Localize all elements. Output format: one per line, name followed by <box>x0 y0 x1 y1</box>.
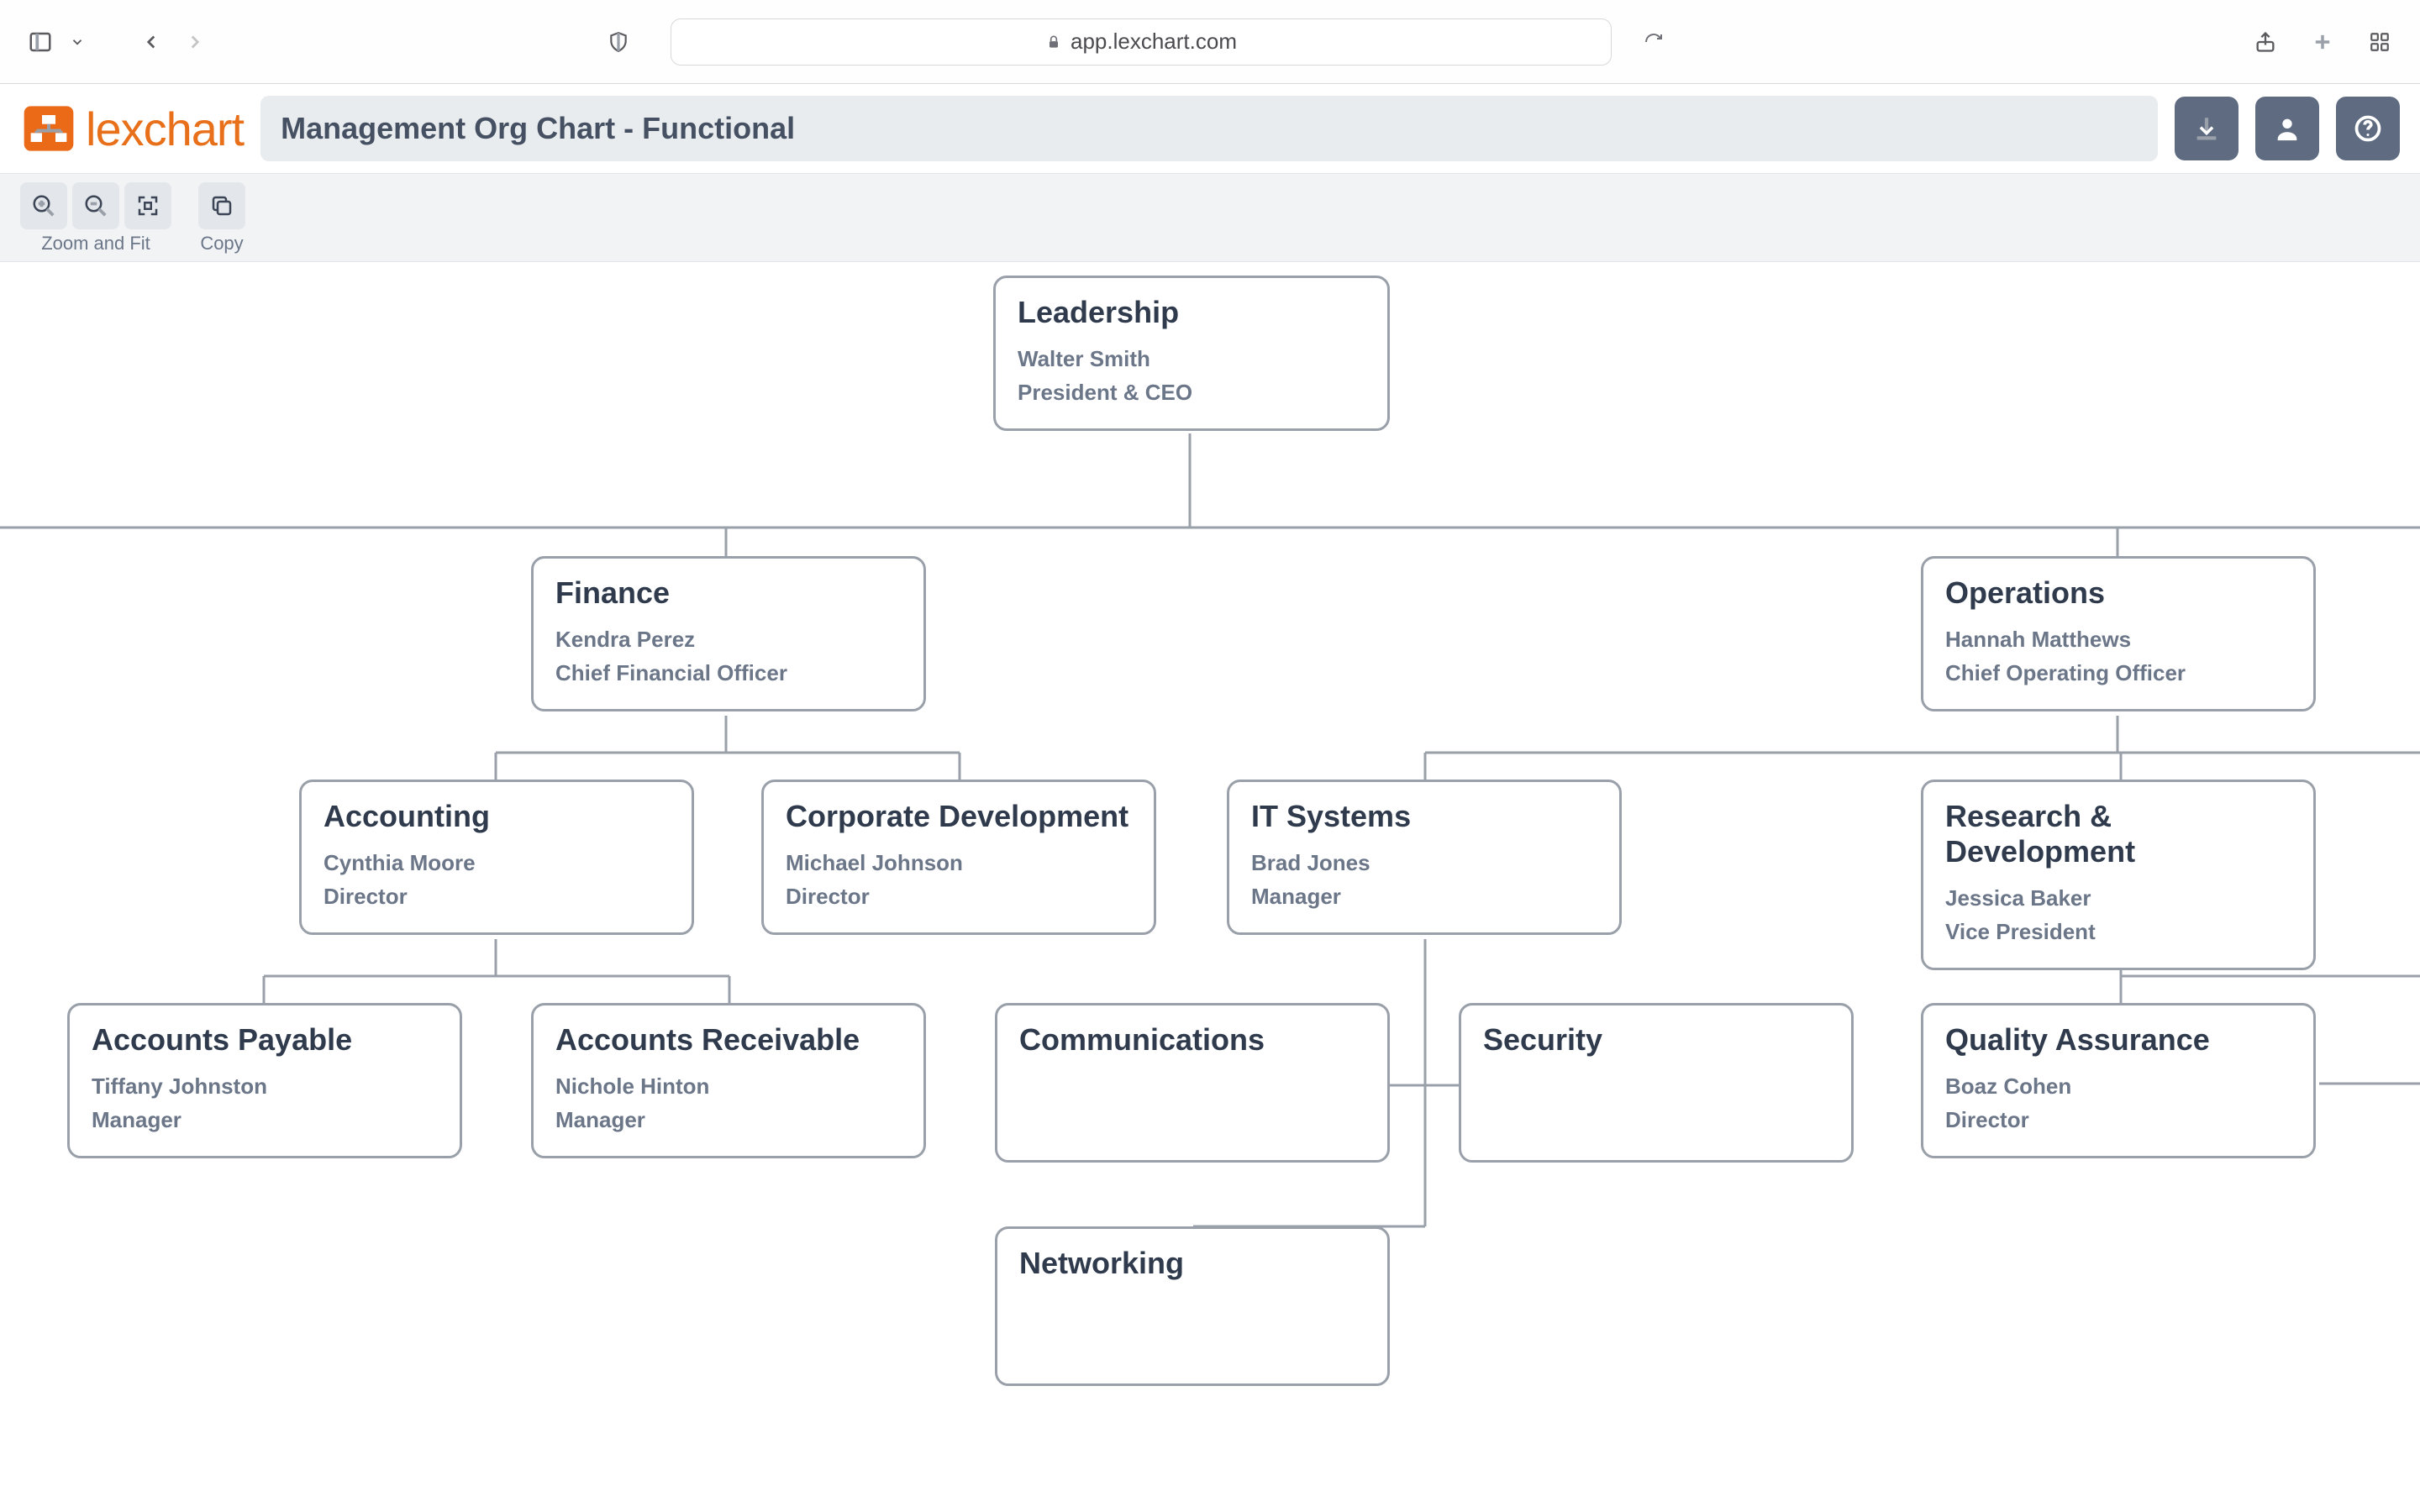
node-role: Vice President <box>1945 915 2291 948</box>
node-title: Research & Development <box>1945 799 2291 869</box>
new-tab-icon[interactable] <box>2302 22 2343 62</box>
node-role: Chief Financial Officer <box>555 656 902 690</box>
zoom-fit-label: Zoom and Fit <box>41 233 150 255</box>
address-text: app.lexchart.com <box>1071 29 1237 55</box>
node-leadership[interactable]: Leadership Walter Smith President & CEO <box>993 276 1390 431</box>
node-networking[interactable]: Networking <box>995 1226 1390 1386</box>
app-header: lexchart Management Org Chart - Function… <box>0 84 2420 173</box>
node-role: Director <box>1945 1103 2291 1137</box>
fit-button[interactable] <box>124 182 171 229</box>
node-role: Manager <box>1251 879 1597 913</box>
account-button[interactable] <box>2255 97 2319 160</box>
node-person: Nichole Hinton <box>555 1069 902 1103</box>
node-title: Communications <box>1019 1022 1365 1058</box>
lock-icon <box>1045 34 1062 50</box>
chart-title-input[interactable]: Management Org Chart - Functional <box>260 96 2158 161</box>
node-title: Accounts Receivable <box>555 1022 902 1058</box>
chevron-down-icon[interactable] <box>64 22 91 62</box>
node-person: Cynthia Moore <box>324 846 670 879</box>
node-title: Security <box>1483 1022 1829 1058</box>
app-logo[interactable]: lexchart <box>22 102 244 156</box>
download-button[interactable] <box>2175 97 2238 160</box>
node-person: Hannah Matthews <box>1945 622 2291 656</box>
node-person: Kendra Perez <box>555 622 902 656</box>
node-person: Jessica Baker <box>1945 881 2291 915</box>
node-role: Director <box>324 879 670 913</box>
zoom-fit-group: Zoom and Fit <box>20 182 171 255</box>
node-ar[interactable]: Accounts Receivable Nichole Hinton Manag… <box>531 1003 926 1158</box>
node-person: Michael Johnson <box>786 846 1132 879</box>
node-communications[interactable]: Communications <box>995 1003 1390 1163</box>
tabs-grid-icon[interactable] <box>2360 22 2400 62</box>
node-title: Operations <box>1945 575 2291 611</box>
app-toolbar: Zoom and Fit Copy <box>0 173 2420 262</box>
help-button[interactable] <box>2336 97 2400 160</box>
node-person: Tiffany Johnston <box>92 1069 438 1103</box>
browser-chrome: app.lexchart.com <box>0 0 2420 84</box>
node-qa[interactable]: Quality Assurance Boaz Cohen Director <box>1921 1003 2316 1158</box>
back-icon[interactable] <box>131 22 171 62</box>
node-title: Finance <box>555 575 902 611</box>
node-person: Walter Smith <box>1018 342 1365 375</box>
node-finance[interactable]: Finance Kendra Perez Chief Financial Off… <box>531 556 926 711</box>
node-itsystems[interactable]: IT Systems Brad Jones Manager <box>1227 780 1622 935</box>
node-role: President & CEO <box>1018 375 1365 409</box>
node-role: Manager <box>555 1103 902 1137</box>
node-accounting[interactable]: Accounting Cynthia Moore Director <box>299 780 694 935</box>
forward-icon[interactable] <box>175 22 215 62</box>
node-title: Leadership <box>1018 295 1365 330</box>
node-title: Corporate Development <box>786 799 1132 834</box>
sidebar-toggle-icon[interactable] <box>20 22 60 62</box>
zoom-in-button[interactable] <box>20 182 67 229</box>
node-ap[interactable]: Accounts Payable Tiffany Johnston Manage… <box>67 1003 462 1158</box>
logo-icon <box>22 102 76 155</box>
node-role: Chief Operating Officer <box>1945 656 2291 690</box>
node-rnd[interactable]: Research & Development Jessica Baker Vic… <box>1921 780 2316 970</box>
node-person: Brad Jones <box>1251 846 1597 879</box>
reload-icon[interactable] <box>1644 32 1664 52</box>
node-person: Boaz Cohen <box>1945 1069 2291 1103</box>
zoom-out-button[interactable] <box>72 182 119 229</box>
node-title: IT Systems <box>1251 799 1597 834</box>
node-title: Accounting <box>324 799 670 834</box>
copy-label: Copy <box>200 233 243 255</box>
node-title: Accounts Payable <box>92 1022 438 1058</box>
shield-icon[interactable] <box>598 22 639 62</box>
copy-group: Copy <box>198 182 245 255</box>
node-role: Director <box>786 879 1132 913</box>
chart-title-text: Management Org Chart - Functional <box>281 111 795 145</box>
copy-button[interactable] <box>198 182 245 229</box>
node-security[interactable]: Security <box>1459 1003 1854 1163</box>
logo-text: lexchart <box>86 102 244 156</box>
address-bar[interactable]: app.lexchart.com <box>671 18 1612 66</box>
share-icon[interactable] <box>2245 22 2286 62</box>
node-corpdev[interactable]: Corporate Development Michael Johnson Di… <box>761 780 1156 935</box>
node-title: Quality Assurance <box>1945 1022 2291 1058</box>
node-title: Networking <box>1019 1246 1365 1281</box>
node-role: Manager <box>92 1103 438 1137</box>
org-chart-canvas[interactable]: Leadership Walter Smith President & CEO … <box>0 262 2420 1504</box>
node-operations[interactable]: Operations Hannah Matthews Chief Operati… <box>1921 556 2316 711</box>
